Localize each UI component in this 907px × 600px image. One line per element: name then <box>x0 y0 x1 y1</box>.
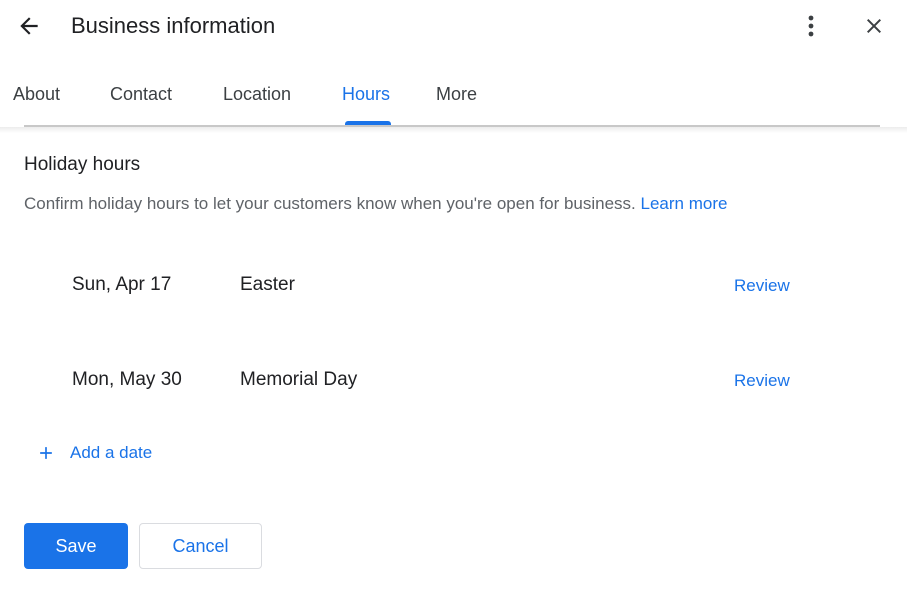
review-button[interactable]: Review <box>734 276 790 296</box>
tab-location[interactable]: Location <box>223 84 291 105</box>
holiday-date: Mon, May 30 <box>72 369 182 390</box>
learn-more-link[interactable]: Learn more <box>641 194 728 213</box>
holiday-row: Mon, May 30 Memorial Day Review <box>0 369 907 409</box>
add-date-button[interactable]: Add a date <box>36 443 152 463</box>
add-date-label: Add a date <box>70 443 153 462</box>
plus-icon <box>40 447 52 459</box>
tab-more[interactable]: More <box>436 84 477 105</box>
tab-about[interactable]: About <box>13 84 60 105</box>
save-button[interactable]: Save <box>24 523 128 569</box>
cancel-button[interactable]: Cancel <box>139 523 262 569</box>
holiday-name: Easter <box>240 274 295 295</box>
section-description: Confirm holiday hours to let your custom… <box>24 194 727 214</box>
holiday-row: Sun, Apr 17 Easter Review <box>0 274 907 314</box>
tab-hours[interactable]: Hours <box>342 84 390 105</box>
holiday-date: Sun, Apr 17 <box>72 274 172 295</box>
page-title: Business information <box>71 13 276 38</box>
tab-contact[interactable]: Contact <box>110 84 172 105</box>
tab-bar: About Contact Location Hours More <box>0 70 907 126</box>
description-text: Confirm holiday hours to let your custom… <box>24 194 636 213</box>
header: Business information <box>0 0 907 54</box>
close-icon[interactable] <box>862 14 886 38</box>
more-vert-icon[interactable] <box>799 13 823 39</box>
section-title: Holiday hours <box>24 154 141 175</box>
holiday-name: Memorial Day <box>240 369 358 390</box>
review-button[interactable]: Review <box>734 371 790 391</box>
divider-shadow <box>0 127 907 133</box>
back-arrow-icon[interactable] <box>16 13 42 39</box>
